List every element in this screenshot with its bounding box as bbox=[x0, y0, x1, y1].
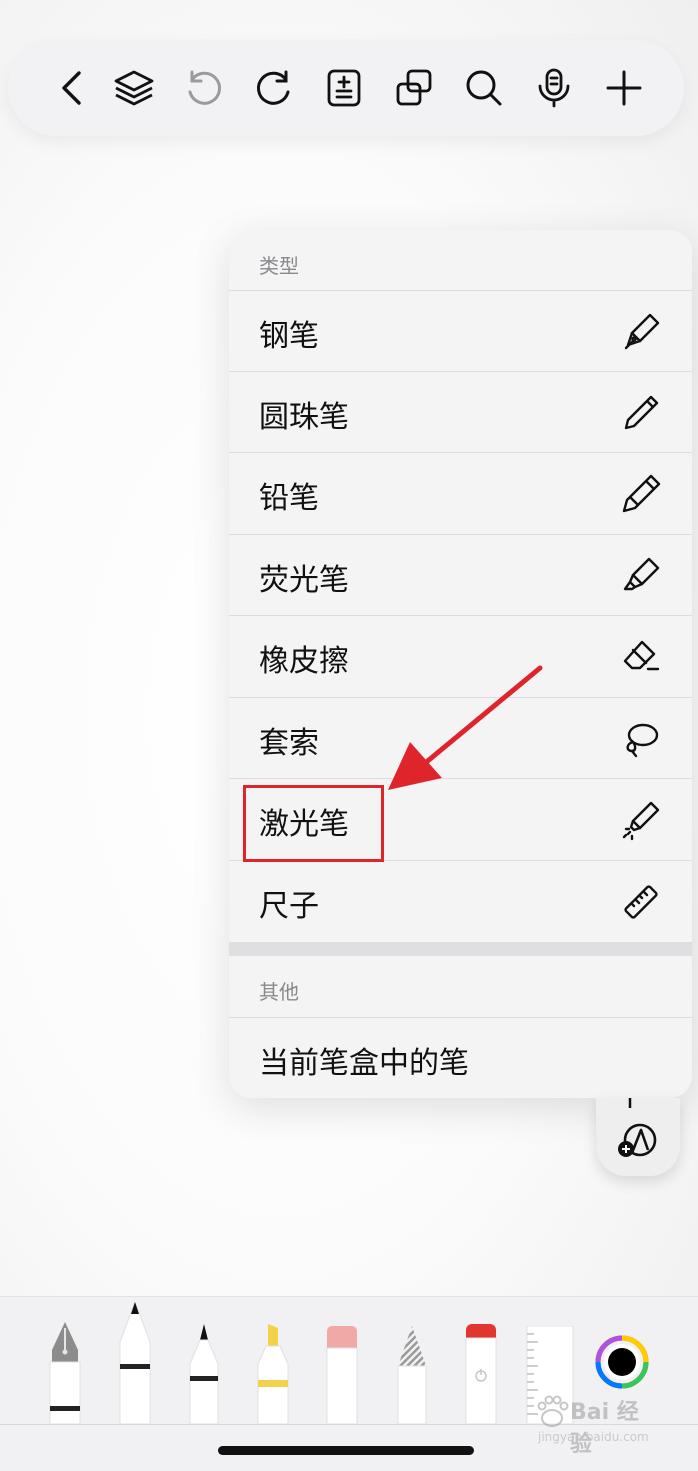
watermark: Bai 经验 jingyan.baidu.com bbox=[530, 1392, 660, 1457]
menu-item-highlighter[interactable]: 荧光笔 bbox=[229, 534, 692, 616]
menu-item-current-pens[interactable]: 当前笔盒中的笔 bbox=[229, 1017, 692, 1098]
section-header-types: 类型 bbox=[259, 254, 299, 278]
lasso-tool[interactable] bbox=[396, 1326, 428, 1424]
back-icon[interactable] bbox=[50, 64, 98, 112]
watermark-text: Bai 经验 bbox=[570, 1400, 639, 1457]
section-header-other: 其他 bbox=[259, 980, 299, 1004]
ballpoint-pen-icon bbox=[620, 392, 662, 434]
color-picker-button[interactable] bbox=[594, 1334, 650, 1390]
ballpoint-pen-tool[interactable] bbox=[116, 1302, 154, 1424]
pencil-icon bbox=[620, 473, 662, 515]
menu-item-ruler[interactable]: 尺子 bbox=[229, 860, 692, 942]
add-icon[interactable] bbox=[600, 64, 648, 112]
laser-pointer-icon bbox=[620, 799, 662, 841]
search-icon[interactable] bbox=[460, 64, 508, 112]
fine-pen-tool[interactable] bbox=[186, 1324, 222, 1424]
eraser-tool[interactable] bbox=[326, 1326, 358, 1424]
menu-item-label: 橡皮擦 bbox=[259, 644, 349, 679]
shape-recognition-icon bbox=[618, 1098, 657, 1157]
menu-item-label: 套索 bbox=[259, 726, 319, 761]
eraser-icon bbox=[620, 636, 662, 678]
ruler-icon bbox=[620, 881, 662, 923]
menu-item-ballpoint-pen[interactable]: 圆珠笔 bbox=[229, 371, 692, 453]
laser-pointer-tool[interactable] bbox=[464, 1324, 498, 1424]
highlighter-icon bbox=[620, 555, 662, 597]
menu-item-pencil[interactable]: 铅笔 bbox=[229, 452, 692, 534]
insert-page-icon[interactable] bbox=[320, 64, 368, 112]
redo-icon[interactable] bbox=[250, 64, 298, 112]
duplicate-icon[interactable] bbox=[390, 64, 438, 112]
baidu-paw-icon bbox=[537, 1395, 569, 1427]
highlighter-tool[interactable] bbox=[256, 1324, 290, 1424]
menu-item-fountain-pen[interactable]: 钢笔 bbox=[229, 290, 692, 372]
fountain-pen-icon bbox=[620, 311, 662, 353]
menu-item-label: 尺子 bbox=[259, 889, 319, 924]
annotation-arrow bbox=[388, 665, 543, 790]
selected-color-swatch bbox=[608, 1348, 636, 1376]
add-shape-button[interactable] bbox=[596, 1098, 680, 1176]
layers-icon[interactable] bbox=[110, 64, 158, 112]
menu-item-label: 钢笔 bbox=[259, 319, 319, 354]
home-indicator[interactable] bbox=[218, 1446, 474, 1455]
top-toolbar bbox=[8, 40, 684, 136]
undo-icon[interactable] bbox=[180, 64, 228, 112]
watermark-url: jingyan.baidu.com bbox=[538, 1430, 649, 1444]
menu-item-label: 圆珠笔 bbox=[259, 400, 349, 435]
menu-item-label: 荧光笔 bbox=[259, 563, 349, 598]
menu-item-label: 铅笔 bbox=[259, 481, 319, 516]
microphone-icon[interactable] bbox=[530, 64, 578, 112]
fountain-pen-tool[interactable] bbox=[40, 1322, 90, 1424]
menu-separator bbox=[229, 942, 692, 956]
menu-item-label: 当前笔盒中的笔 bbox=[259, 1046, 469, 1081]
lasso-icon bbox=[620, 718, 662, 760]
annotation-highlight-box bbox=[243, 785, 384, 862]
